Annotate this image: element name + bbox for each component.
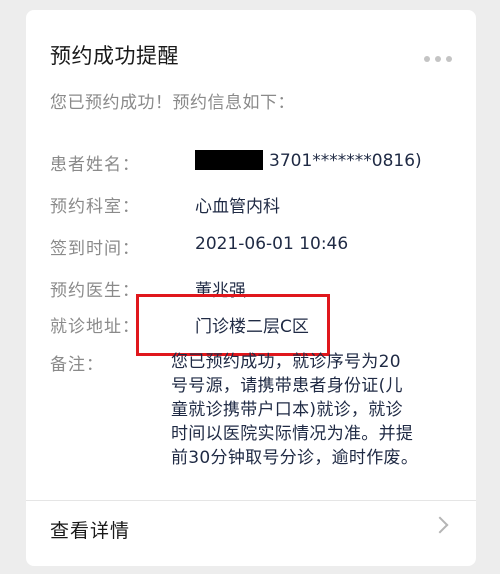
redaction-bar (195, 150, 263, 170)
field-value-container: 3701*******0816) (195, 150, 422, 171)
patient-id-value: 3701*******0816) (269, 151, 422, 171)
more-dot (435, 56, 441, 62)
field-value: 2021-06-01 10:46 (195, 234, 349, 254)
card-subtitle: 您已预约成功！预约信息如下： (50, 93, 295, 113)
field-label: 预约科室： (50, 197, 140, 217)
more-options-icon[interactable] (424, 56, 452, 62)
divider (26, 500, 476, 501)
field-label: 就诊地址： (50, 317, 140, 337)
field-label: 患者姓名： (50, 155, 140, 175)
remark-text: 您已预约成功，就诊序号为20 号号源，请携带患者身份证(儿 童就诊携带户口本)就… (171, 352, 419, 468)
field-label: 签到时间： (50, 239, 140, 259)
more-dot (446, 56, 452, 62)
more-dot (424, 56, 430, 62)
card-title: 预约成功提醒 (50, 44, 179, 68)
chevron-right-icon[interactable] (431, 516, 449, 534)
field-label: 预约医生： (50, 281, 140, 301)
view-details-link[interactable]: 查看详情 (50, 516, 130, 543)
field-label: 备注： (50, 355, 104, 375)
field-value: 心血管内科 (195, 197, 280, 217)
address-highlight-box (136, 294, 330, 356)
appointment-card: 预约成功提醒 您已预约成功！预约信息如下： 患者姓名： 3701*******0… (26, 10, 476, 566)
